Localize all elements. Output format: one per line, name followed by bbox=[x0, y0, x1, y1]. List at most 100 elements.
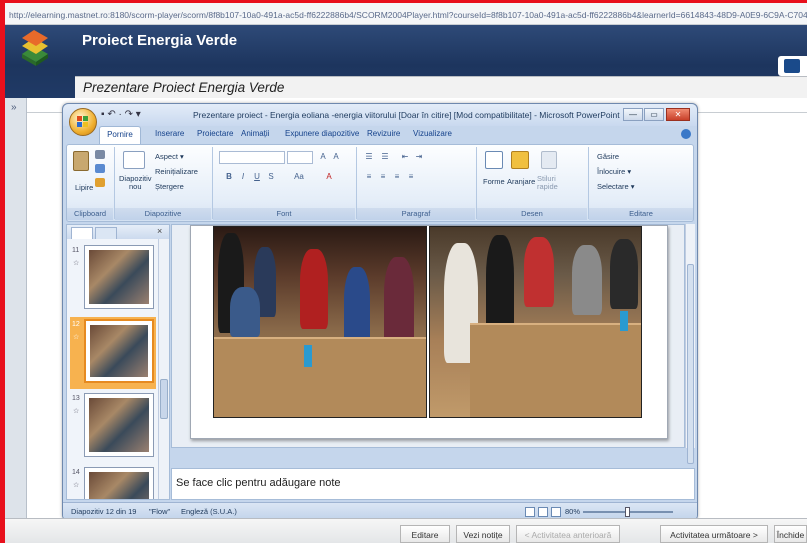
slideshow-view-icon[interactable] bbox=[551, 507, 561, 517]
quick-styles-label[interactable]: Stiluri rapide bbox=[537, 175, 558, 191]
font-name-field[interactable] bbox=[219, 151, 285, 164]
close-course-button[interactable]: Închide bbox=[774, 525, 807, 543]
shapes-label[interactable]: Forme bbox=[483, 177, 505, 186]
decrease-indent-icon[interactable]: ⇤ bbox=[399, 151, 411, 163]
address-bar[interactable]: http://elearning.mastnet.ro:8180/scorm-p… bbox=[5, 3, 807, 25]
underline-icon[interactable]: U bbox=[251, 171, 263, 183]
justify-icon[interactable]: ≡ bbox=[405, 171, 417, 183]
numbering-icon[interactable]: ☰ bbox=[379, 151, 391, 163]
panel-scroll-thumb[interactable] bbox=[160, 379, 168, 419]
grow-font-icon[interactable]: A bbox=[317, 151, 329, 163]
close-panel-icon[interactable]: × bbox=[157, 226, 162, 236]
arrange-label[interactable]: Aranjare bbox=[507, 177, 535, 186]
slide-scrollbar[interactable] bbox=[685, 224, 695, 464]
new-slide-icon[interactable] bbox=[123, 151, 145, 169]
increase-indent-icon[interactable]: ⇥ bbox=[413, 151, 425, 163]
tab-review[interactable]: Revizuire bbox=[367, 129, 400, 138]
minimize-button[interactable]: — bbox=[623, 108, 643, 121]
change-case-icon[interactable]: Aa bbox=[293, 171, 305, 183]
view-notes-button[interactable]: Vezi notițe bbox=[456, 525, 510, 543]
quick-access-toolbar[interactable]: ▪ ↶ · ↷ ▾ bbox=[101, 109, 141, 120]
slide-scroll-thumb[interactable] bbox=[687, 264, 694, 464]
quick-styles-icon[interactable] bbox=[541, 151, 557, 169]
course-nav-strip[interactable]: » bbox=[5, 98, 27, 518]
help-icon[interactable] bbox=[681, 129, 691, 139]
slide-thumbnail[interactable]: 11 ☆ bbox=[70, 243, 156, 315]
align-left-icon[interactable]: ≡ bbox=[363, 171, 375, 183]
layout-button[interactable]: Aspect ▾ bbox=[155, 152, 184, 161]
replace-button[interactable]: Înlocuire ▾ bbox=[597, 167, 631, 176]
slide-thumbnail[interactable]: 13 ☆ bbox=[70, 391, 156, 463]
align-right-icon[interactable]: ≡ bbox=[391, 171, 403, 183]
tab-home[interactable]: Pornire bbox=[99, 126, 141, 144]
shapes-icon[interactable] bbox=[485, 151, 503, 169]
maximize-button[interactable]: ▭ bbox=[644, 108, 664, 121]
ppt-window-title: Prezentare proiect - Energia eoliana -en… bbox=[193, 110, 620, 120]
bold-icon[interactable]: B bbox=[223, 171, 235, 183]
photo-figure bbox=[300, 249, 328, 329]
tab-view[interactable]: Vizualizare bbox=[413, 129, 452, 138]
theme-name: "Flow" bbox=[149, 507, 171, 516]
normal-view-icon[interactable] bbox=[525, 507, 535, 517]
photo-figure bbox=[384, 257, 414, 347]
notes-pane[interactable]: Se face clic pentru adăugare note bbox=[171, 468, 695, 500]
current-slide[interactable] bbox=[190, 225, 668, 439]
format-painter-icon[interactable] bbox=[95, 178, 105, 187]
copy-icon[interactable] bbox=[95, 164, 105, 173]
zoom-slider[interactable] bbox=[583, 507, 673, 517]
tab-outline[interactable] bbox=[95, 227, 117, 239]
slide-sorter-icon[interactable] bbox=[538, 507, 548, 517]
tab-design[interactable]: Proiectare bbox=[197, 129, 233, 138]
font-color-icon[interactable]: A bbox=[323, 171, 335, 183]
shrink-font-icon[interactable]: A bbox=[330, 151, 342, 163]
next-activity-button[interactable]: Activitatea următoare > bbox=[660, 525, 768, 543]
delete-button[interactable]: Ștergere bbox=[155, 182, 184, 191]
paste-label[interactable]: Lipire bbox=[75, 183, 93, 192]
animation-star-icon: ☆ bbox=[73, 260, 80, 267]
notes-placeholder: Se face clic pentru adăugare note bbox=[176, 477, 341, 489]
strikethrough-icon[interactable]: S bbox=[265, 171, 277, 183]
expand-nav-icon[interactable]: » bbox=[11, 102, 17, 113]
align-center-icon[interactable]: ≡ bbox=[377, 171, 389, 183]
slide-thumbnail-selected[interactable]: 12 ☆ bbox=[70, 317, 156, 389]
animation-star-icon: ☆ bbox=[73, 482, 80, 489]
course-subtitle: Prezentare Proiect Energia Verde bbox=[83, 80, 285, 95]
reset-button[interactable]: Reinițializare bbox=[155, 167, 198, 176]
animation-star-icon: ☆ bbox=[73, 408, 80, 415]
close-button[interactable]: ✕ bbox=[666, 108, 690, 121]
previous-activity-button[interactable]: < Activitatea anterioară bbox=[516, 525, 620, 543]
thumbnail-number: 13 bbox=[72, 395, 80, 402]
thumbnail-photo bbox=[90, 325, 148, 377]
group-font-label: Font bbox=[213, 208, 355, 220]
thumbnail-photo bbox=[89, 250, 149, 304]
bullets-icon[interactable]: ☰ bbox=[363, 151, 375, 163]
zoom-slider-knob[interactable] bbox=[625, 507, 630, 517]
language-indicator[interactable]: Engleză (S.U.A.) bbox=[181, 507, 237, 516]
slides-panel: × 11 ☆ 12 ☆ 13 ☆ 14 ☆ bbox=[66, 224, 170, 500]
tab-insert[interactable]: Inserare bbox=[155, 129, 184, 138]
course-subtitle-bar: Prezentare Proiect Energia Verde bbox=[75, 76, 807, 98]
new-slide-label[interactable]: Diapozitiv nou bbox=[119, 175, 152, 191]
course-title: Proiect Energia Verde bbox=[82, 32, 238, 49]
office-button[interactable] bbox=[69, 108, 97, 136]
italic-icon[interactable]: I bbox=[237, 171, 249, 183]
thumbnail-preview bbox=[84, 467, 154, 499]
slide-photo-left bbox=[213, 226, 427, 418]
font-size-field[interactable] bbox=[287, 151, 313, 164]
edit-button[interactable]: Editare bbox=[400, 525, 450, 543]
ribbon-tabs: Pornire Inserare Proiectare Animații Exp… bbox=[99, 126, 697, 144]
zoom-level[interactable]: 80% bbox=[565, 507, 580, 516]
cut-icon[interactable] bbox=[95, 150, 105, 159]
panel-scrollbar[interactable] bbox=[158, 239, 169, 499]
tab-slides[interactable] bbox=[71, 227, 93, 239]
tab-animations[interactable]: Animații bbox=[241, 129, 269, 138]
thumbnail-preview bbox=[84, 319, 154, 383]
slide-thumbnail[interactable]: 14 ☆ bbox=[70, 465, 156, 499]
paste-icon[interactable] bbox=[73, 151, 89, 171]
find-button[interactable]: Găsire bbox=[597, 152, 619, 161]
thumbnail-preview bbox=[84, 245, 154, 309]
tab-slideshow[interactable]: Expunere diapozitive bbox=[285, 129, 359, 138]
select-button[interactable]: Selectare ▾ bbox=[597, 182, 635, 191]
arrange-icon[interactable] bbox=[511, 151, 529, 169]
books-logo-icon bbox=[22, 30, 48, 66]
